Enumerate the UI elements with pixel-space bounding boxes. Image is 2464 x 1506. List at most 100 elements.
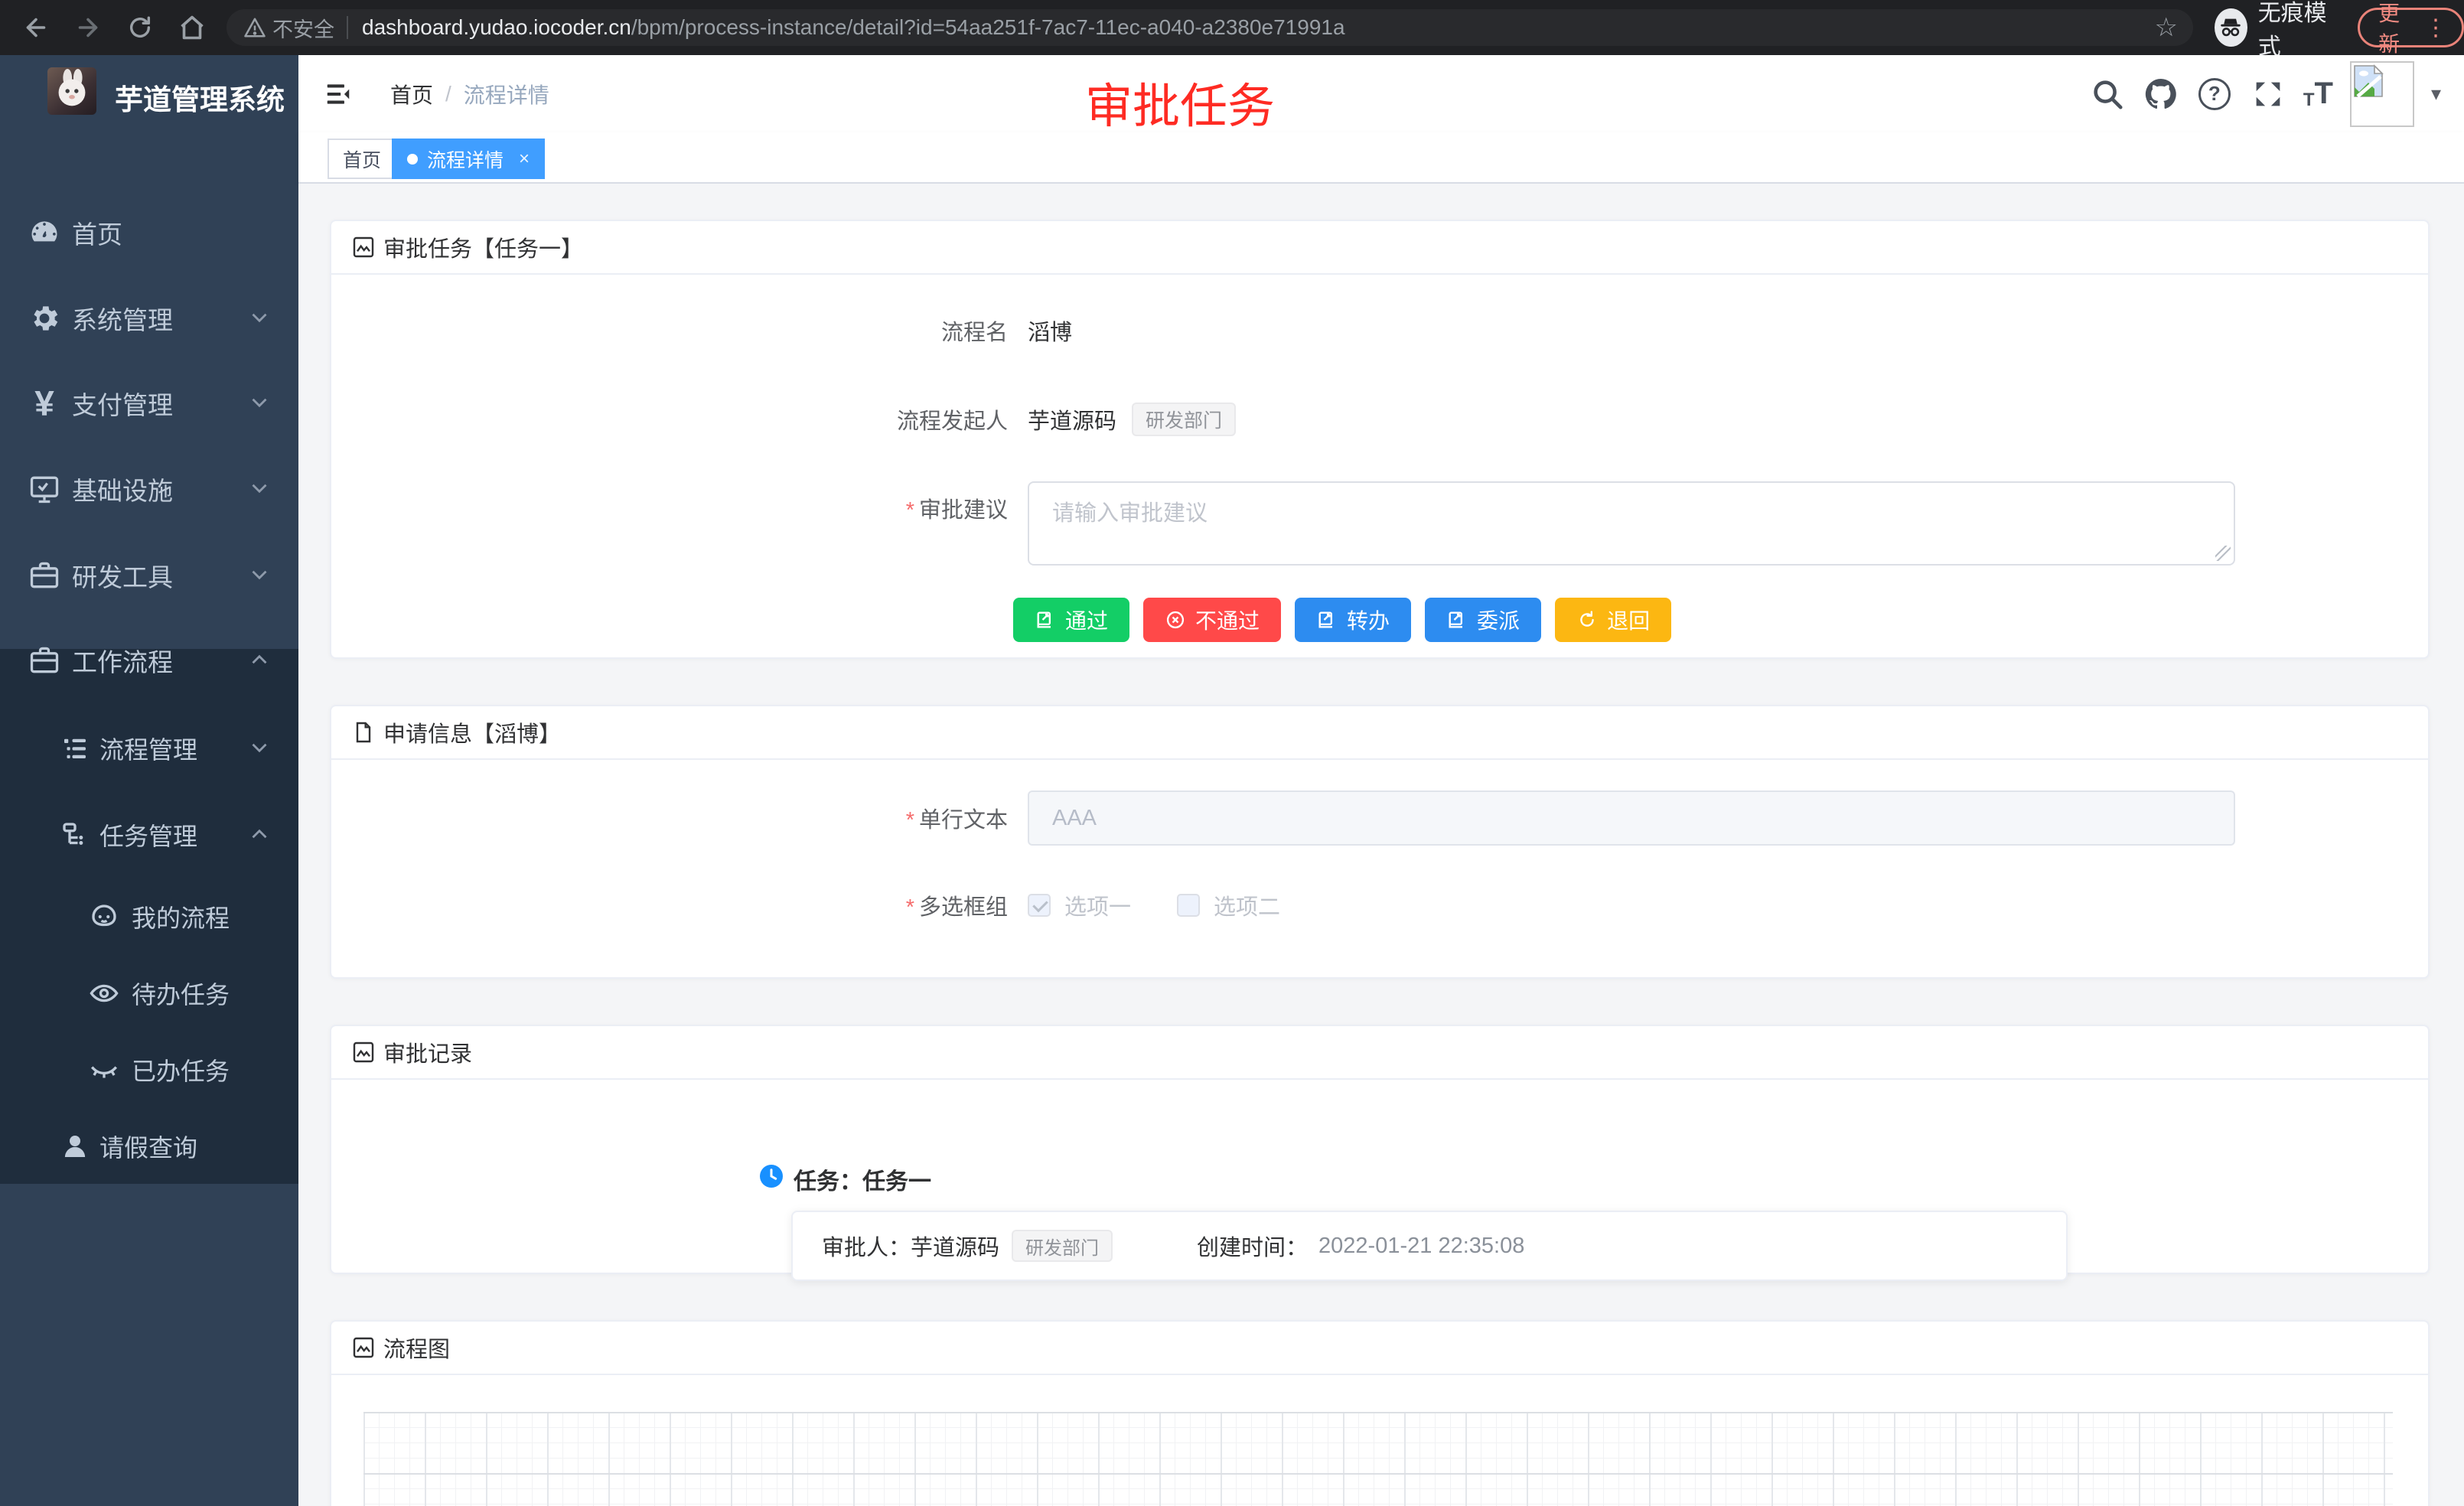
approve-button[interactable]: 通过 <box>1013 598 1129 642</box>
monitor-icon <box>24 469 64 509</box>
update-label: 更新 <box>2378 0 2410 58</box>
tab-process-detail[interactable]: 流程详情 × <box>392 139 545 179</box>
tab-label: 流程详情 <box>427 145 504 173</box>
sidebar-item-done-tasks[interactable]: 已办任务 <box>0 1027 298 1113</box>
logo-row[interactable]: 芋道管理系统 <box>0 55 298 170</box>
top-navbar: 首页 / 流程详情 审批任务 ? TT ▾ <box>298 55 2464 132</box>
starter-value: 芋道源码 研发部门 <box>1028 403 1236 436</box>
advice-textarea[interactable]: 请输入审批建议 <box>1028 481 2235 566</box>
card-header: 审批记录 <box>331 1026 2428 1080</box>
help-icon[interactable]: ? <box>2196 76 2233 112</box>
sidebar-item-process-mgmt[interactable]: 流程管理 <box>0 706 298 791</box>
navbar-actions: ? TT ▾ <box>2089 55 2441 132</box>
checkbox-option-2[interactable]: 选项二 <box>1177 889 1280 921</box>
app-logo <box>47 67 96 115</box>
sidebar-item-label: 我的流程 <box>132 899 230 934</box>
checkbox-unchecked-icon <box>1177 894 1200 917</box>
sidebar-item-infrastructure[interactable]: 基础设施 <box>0 446 298 532</box>
document-icon <box>351 720 376 745</box>
card-approval-task: 审批任务【任务一】 流程名 滔博 流程发起人 芋道源码 研发部门 审批建议 <box>330 220 2430 659</box>
chevron-up-icon <box>246 821 274 849</box>
card-application-info: 申请信息【滔博】 单行文本 多选框组 选项一 <box>330 705 2430 979</box>
field-label: 流程名 <box>331 315 1008 347</box>
sidebar-item-payment[interactable]: ¥ 支付管理 <box>0 360 298 446</box>
sidebar: 芋道管理系统 首页 系统管理 ¥ 支付管理 基 <box>0 55 298 1506</box>
avatar-caret-icon[interactable]: ▾ <box>2431 82 2441 106</box>
font-size-icon[interactable]: TT <box>2303 77 2333 111</box>
update-button[interactable]: 更新 ⋮ <box>2358 8 2464 47</box>
dept-tag: 研发部门 <box>1012 1230 1113 1262</box>
avatar[interactable] <box>2350 61 2414 127</box>
reject-button[interactable]: 不通过 <box>1143 598 1281 642</box>
textarea-placeholder: 请输入审批建议 <box>1052 495 1208 527</box>
card-header: 流程图 <box>331 1322 2428 1375</box>
sidebar-item-system[interactable]: 系统管理 <box>0 275 298 361</box>
card-process-diagram: 流程图 <box>330 1320 2430 1506</box>
transfer-button[interactable]: 转办 <box>1295 598 1411 642</box>
sidebar-toggle-icon[interactable] <box>323 80 354 109</box>
forward-icon[interactable] <box>73 13 103 42</box>
bpmn-canvas[interactable] <box>363 1412 2393 1506</box>
url-path: /bpm/process-instance/detail?id=54aa251f… <box>631 15 1345 39</box>
page-title: 审批任务 <box>1085 67 1275 136</box>
incognito-label: 无痕模式 <box>2258 0 2336 61</box>
card-header: 审批任务【任务一】 <box>331 221 2428 275</box>
form-row-process-name: 流程名 滔博 <box>331 304 2428 357</box>
back-icon[interactable] <box>21 13 51 42</box>
fullscreen-icon[interactable] <box>2250 76 2286 112</box>
chevron-down-icon <box>246 735 274 762</box>
github-icon[interactable] <box>2143 76 2179 112</box>
card-header: 申请信息【滔博】 <box>331 706 2428 760</box>
picture-icon <box>351 235 376 259</box>
tab-label: 首页 <box>343 145 381 173</box>
card-approval-record: 审批记录 任务：任务一 审批人： 芋道源码 研发部门 创建时间： 2022-01… <box>330 1025 2430 1274</box>
delegate-button[interactable]: 委派 <box>1425 598 1541 642</box>
reload-icon[interactable] <box>125 13 155 42</box>
approver-label: 审批人： <box>822 1230 911 1262</box>
address-bar[interactable]: 不安全 dashboard.yudao.iocoder.cn/bpm/proce… <box>227 9 2193 46</box>
sidebar-item-my-process[interactable]: 我的流程 <box>0 874 298 960</box>
sidebar-item-dev-tools[interactable]: 研发工具 <box>0 533 298 618</box>
tab-home[interactable]: 首页 <box>328 139 396 179</box>
browser-toolbar: 不安全 dashboard.yudao.iocoder.cn/bpm/proce… <box>0 0 2464 55</box>
checkbox-group: 选项一 选项二 <box>1028 889 1280 921</box>
yen-icon: ¥ <box>24 383 64 423</box>
sidebar-item-task-mgmt[interactable]: 任务管理 <box>0 792 298 878</box>
search-icon[interactable] <box>2089 76 2126 112</box>
bookmark-star-icon[interactable]: ☆ <box>2155 12 2178 43</box>
gear-icon <box>24 298 64 338</box>
approver-name: 芋道源码 <box>911 1230 999 1262</box>
home-icon[interactable] <box>178 13 207 42</box>
sidebar-item-home[interactable]: 首页 <box>0 190 298 275</box>
eye-closed-icon <box>86 1051 122 1088</box>
form-row-checkboxes: 多选框组 选项一 选项二 <box>331 882 2428 928</box>
field-label: 单行文本 <box>331 802 1008 834</box>
breadcrumb-home[interactable]: 首页 <box>390 79 433 109</box>
sidebar-item-todo-tasks[interactable]: 待办任务 <box>0 950 298 1036</box>
chevron-down-icon <box>246 475 274 503</box>
resize-handle[interactable] <box>2215 546 2231 561</box>
content-area: 审批任务【任务一】 流程名 滔博 流程发起人 芋道源码 研发部门 审批建议 <box>298 184 2464 1506</box>
browser-menu-icon[interactable]: ⋮ <box>2424 15 2448 41</box>
timeline: 任务：任务一 审批人： 芋道源码 研发部门 创建时间： 2022-01-21 2… <box>331 1080 2428 1274</box>
created-label: 创建时间： <box>1197 1230 1308 1262</box>
close-icon[interactable]: × <box>519 148 530 170</box>
picture-icon <box>351 1335 376 1360</box>
browser-nav-buttons <box>0 13 227 42</box>
security-status[interactable]: 不安全 <box>243 13 334 43</box>
sidebar-item-workflow[interactable]: 工作流程 <box>0 618 298 703</box>
sidebar-item-label: 工作流程 <box>72 642 173 679</box>
sidebar-item-label: 首页 <box>72 214 122 251</box>
breadcrumb-current: 流程详情 <box>464 79 549 109</box>
sidebar-item-leave-query[interactable]: 请假查询 <box>0 1103 298 1189</box>
action-buttons: 通过 不通过 转办 委派 <box>1013 598 2428 642</box>
card-title: 申请信息【滔博】 <box>383 716 561 748</box>
form-row-advice: 审批建议 请输入审批建议 <box>331 481 2428 566</box>
checkbox-option-1[interactable]: 选项一 <box>1028 889 1131 921</box>
dashboard-icon <box>24 213 64 253</box>
single-line-input[interactable] <box>1028 790 2235 846</box>
sidebar-item-label: 支付管理 <box>72 385 173 422</box>
starter-name: 芋道源码 <box>1028 403 1116 435</box>
checkbox-checked-icon <box>1028 894 1051 917</box>
return-button[interactable]: 退回 <box>1555 598 1671 642</box>
